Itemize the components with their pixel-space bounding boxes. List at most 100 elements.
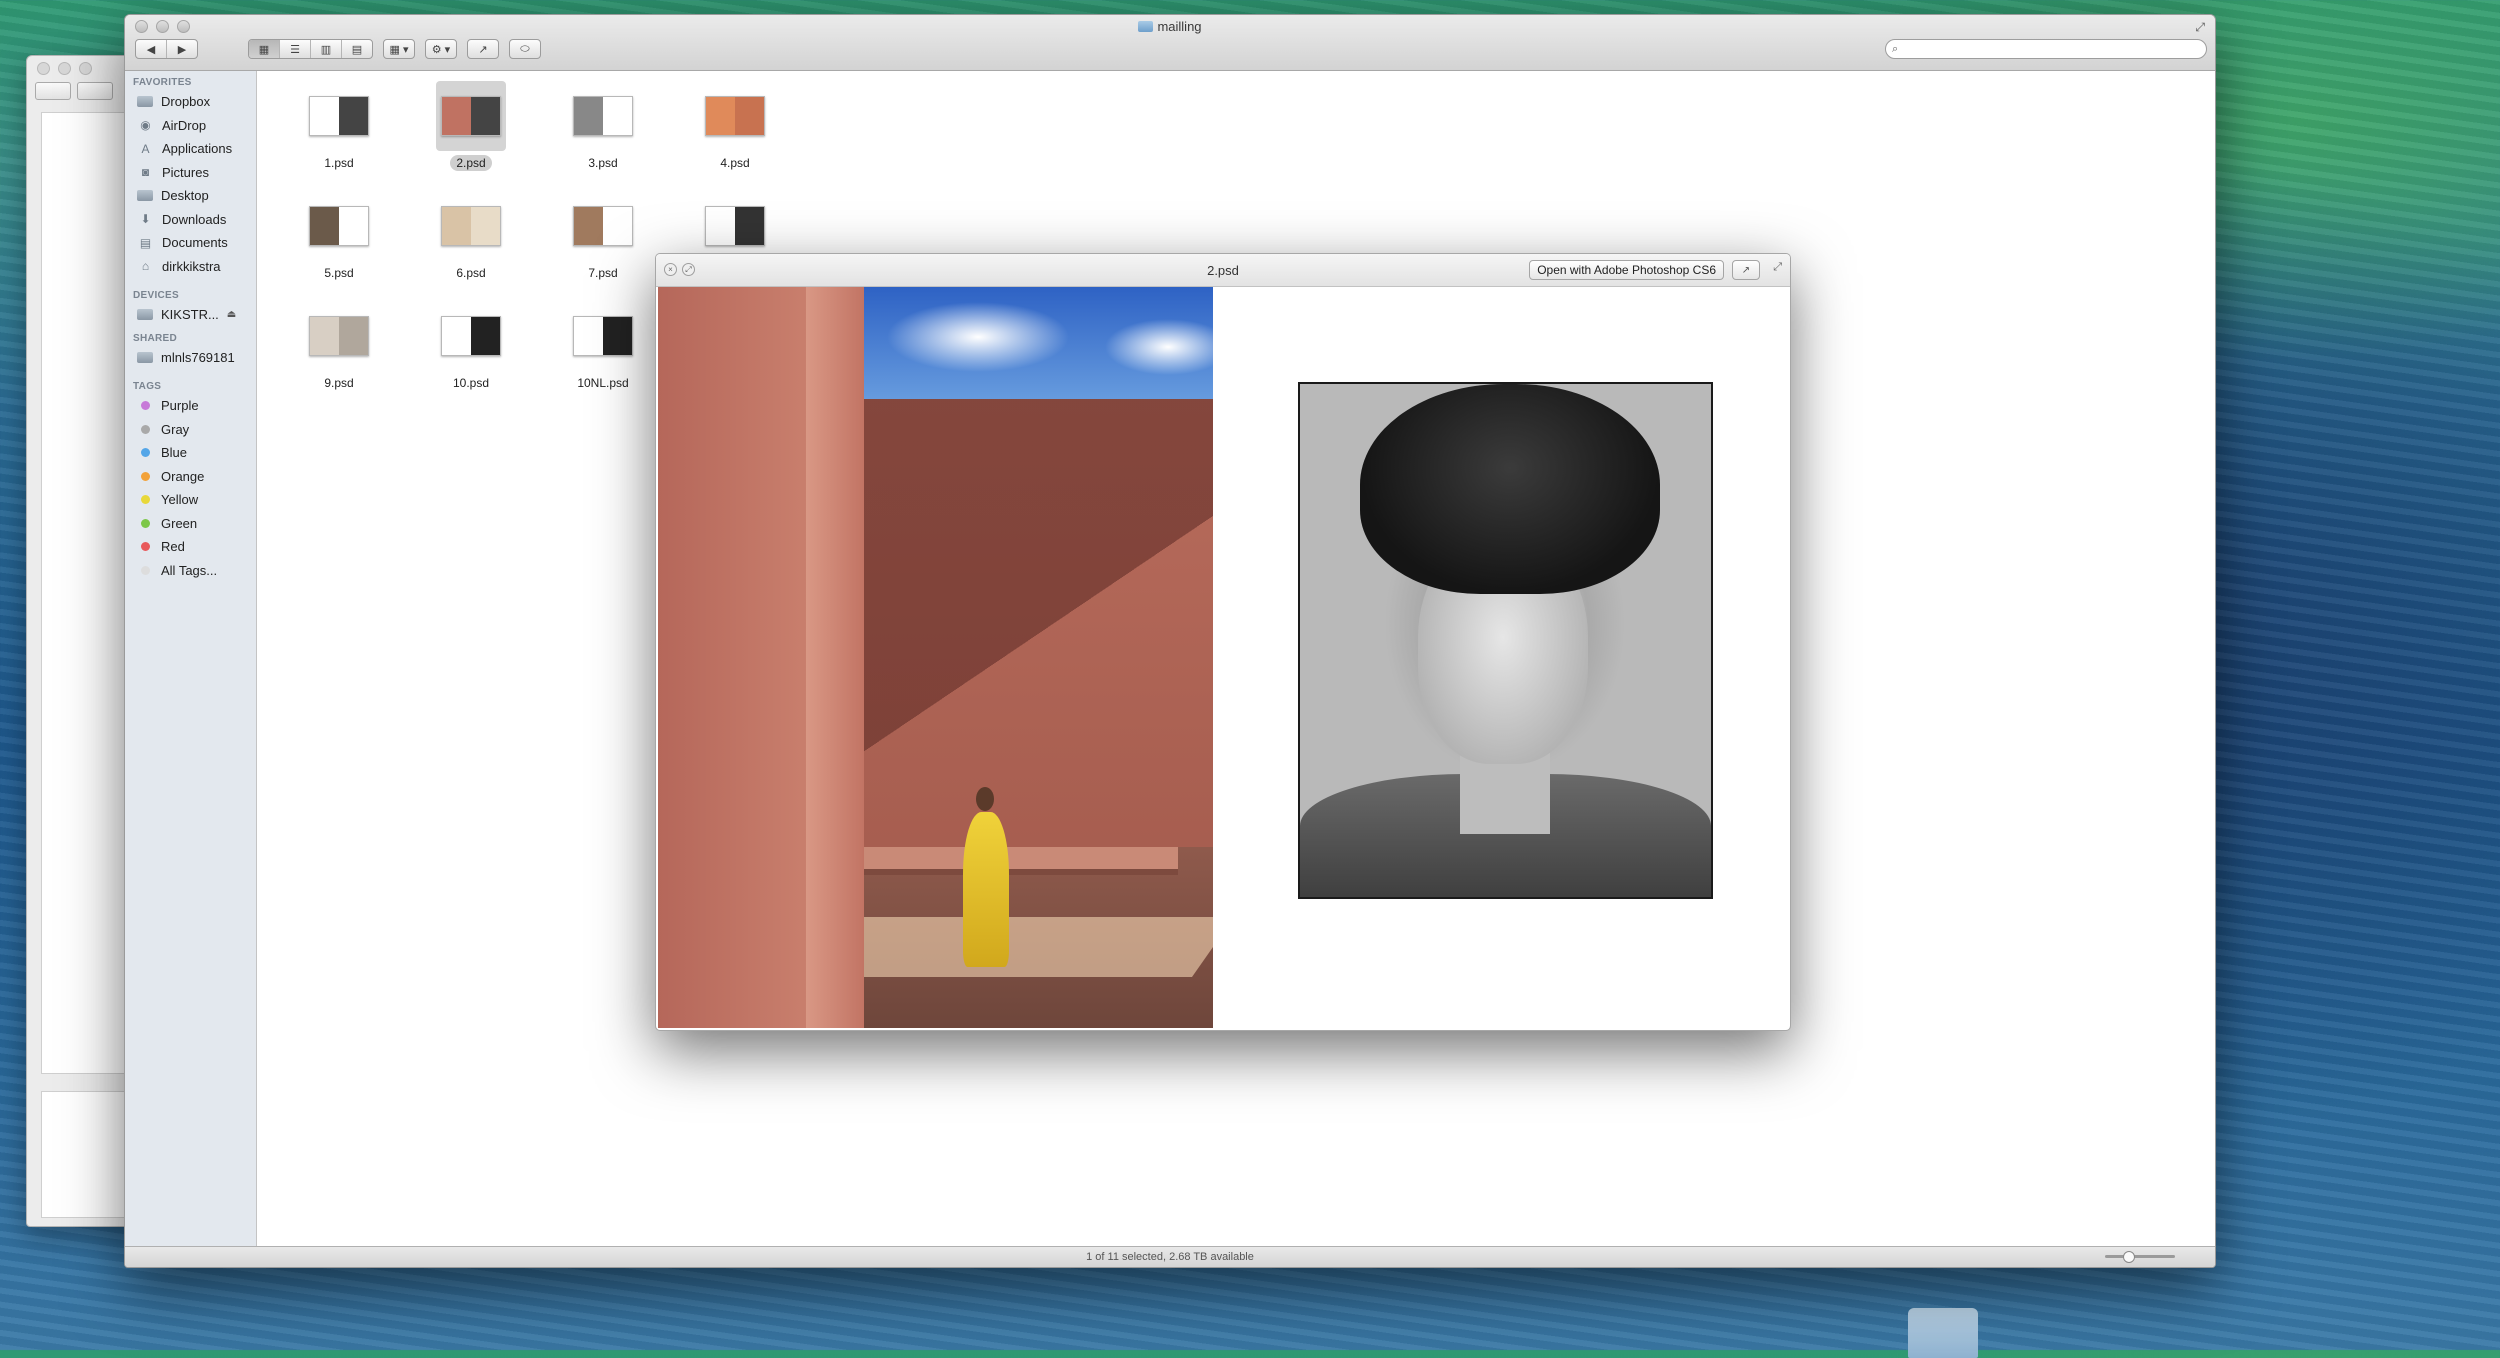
tags-group: ⬭	[509, 39, 541, 59]
tag-dot-icon	[141, 495, 150, 505]
sidebar-item-pictures[interactable]: ◙ Pictures	[125, 161, 256, 185]
coverflow-view-button[interactable]: ▤	[342, 40, 372, 58]
back-button[interactable]: ◀	[136, 40, 167, 58]
file-thumbnail[interactable]	[304, 81, 374, 151]
psd-file-icon	[441, 96, 501, 136]
share-group: ↗	[467, 39, 499, 59]
gear-icon[interactable]: ⚙ ▾	[426, 40, 456, 58]
pictures-icon: ◙	[141, 165, 150, 180]
file-item[interactable]: 9.psd	[279, 301, 399, 392]
quicklook-titlebar: × ⤢ 2.psd Open with Adobe Photoshop CS6 …	[656, 254, 1790, 287]
tag-dot-icon	[141, 401, 150, 411]
sidebar-tag-blue[interactable]: Blue	[125, 441, 256, 465]
preview-photo-portrait	[1298, 382, 1713, 899]
share-icon[interactable]: ↗	[1732, 260, 1760, 280]
sidebar-tag-green[interactable]: Green	[125, 512, 256, 536]
psd-file-icon	[573, 206, 633, 246]
file-item[interactable]: 7.psd	[543, 191, 663, 282]
sidebar-item-documents[interactable]: ▤ Documents	[125, 231, 256, 255]
bg-window-controls[interactable]	[37, 62, 92, 75]
sidebar-tag-red[interactable]: Red	[125, 535, 256, 559]
list-view-button[interactable]: ☰	[280, 40, 311, 58]
file-name: 6.psd	[456, 266, 486, 280]
folder-icon	[137, 96, 153, 108]
psd-file-icon	[573, 316, 633, 356]
file-thumbnail[interactable]	[568, 81, 638, 151]
slider-knob[interactable]	[2123, 1251, 2135, 1263]
file-thumbnail[interactable]	[304, 191, 374, 261]
sidebar-item-applications[interactable]: A Applications	[125, 137, 256, 161]
psd-file-icon	[309, 96, 369, 136]
finder-toolbar: ◀ ▶ ▦ ☰ ▥ ▤ ▦ ▾ ⚙ ▾ ↗ ⬭	[135, 39, 541, 59]
file-item[interactable]: 1.psd	[279, 81, 399, 172]
file-item[interactable]: 10.psd	[411, 301, 531, 392]
file-thumbnail[interactable]	[436, 301, 506, 371]
icon-size-slider[interactable]	[2105, 1251, 2175, 1263]
tag-dot-icon	[141, 424, 150, 434]
sidebar-item-home[interactable]: ⌂ dirkkikstra	[125, 255, 256, 279]
status-text: 1 of 11 selected, 2.68 TB available	[1086, 1251, 1254, 1263]
file-thumbnail[interactable]	[436, 191, 506, 261]
sidebar-item-kikstr[interactable]: KIKSTR... ⏏	[125, 303, 256, 327]
column-view-button[interactable]: ▥	[311, 40, 342, 58]
file-item[interactable]: 5.psd	[279, 191, 399, 282]
sidebar-item-server[interactable]: mlnls769181	[125, 346, 256, 370]
open-with-button[interactable]: Open with Adobe Photoshop CS6	[1529, 260, 1724, 280]
psd-file-icon	[705, 96, 765, 136]
file-name: 10NL.psd	[577, 376, 629, 390]
icon-view-button[interactable]: ▦	[249, 40, 280, 58]
search-input[interactable]	[1902, 42, 2187, 56]
sidebar-tag-yellow[interactable]: Yellow	[125, 488, 256, 512]
sidebar-item-desktop[interactable]: Desktop	[125, 184, 256, 208]
file-item[interactable]: 2.psd	[411, 81, 531, 172]
forward-button[interactable]: ▶	[167, 40, 197, 58]
sidebar-tag-orange[interactable]: Orange	[125, 465, 256, 489]
sidebar-item-downloads[interactable]: ⬇ Downloads	[125, 208, 256, 232]
sidebar-tag-gray[interactable]: Gray	[125, 418, 256, 442]
file-item[interactable]: 6.psd	[411, 191, 531, 282]
window-title: mailling	[125, 19, 2215, 34]
file-name: 5.psd	[324, 266, 354, 280]
file-thumbnail[interactable]	[436, 81, 506, 151]
file-item[interactable]: 10NL.psd	[543, 301, 663, 392]
favorites-header: FAVORITES	[133, 77, 192, 88]
sidebar-tag-alltags[interactable]: All Tags...	[125, 559, 256, 583]
expand-icon[interactable]: ⤢	[1773, 261, 1782, 274]
psd-file-icon	[441, 316, 501, 356]
tag-dot-icon	[141, 471, 150, 481]
bg-window-toolbar[interactable]	[35, 82, 113, 100]
sidebar-tag-purple[interactable]: Purple	[125, 394, 256, 418]
arrange-button[interactable]: ▦ ▾	[384, 40, 414, 58]
devices-header: DEVICES	[133, 290, 180, 301]
quicklook-window[interactable]: × ⤢ 2.psd Open with Adobe Photoshop CS6 …	[655, 253, 1791, 1031]
file-thumbnail[interactable]	[568, 301, 638, 371]
view-mode-group: ▦ ☰ ▥ ▤	[248, 39, 373, 59]
tag-icon[interactable]: ⬭	[510, 40, 540, 58]
search-field[interactable]: ⌕	[1885, 39, 2207, 59]
tag-dot-icon	[141, 518, 150, 528]
file-name: 10.psd	[452, 376, 490, 390]
file-name: 1.psd	[324, 156, 354, 170]
share-icon[interactable]: ↗	[468, 40, 498, 58]
applications-icon: A	[141, 141, 150, 156]
airdrop-icon: ◉	[140, 118, 151, 133]
file-thumbnail[interactable]	[568, 191, 638, 261]
background-window[interactable]	[26, 55, 139, 1227]
sidebar-item-airdrop[interactable]: ◉ AirDrop	[125, 114, 256, 138]
sidebar-item-dropbox[interactable]: Dropbox	[125, 90, 256, 114]
psd-file-icon	[309, 206, 369, 246]
file-thumbnail[interactable]	[304, 301, 374, 371]
status-bar: 1 of 11 selected, 2.68 TB available	[125, 1246, 2215, 1267]
file-item[interactable]: 3.psd	[543, 81, 663, 172]
file-name: 3.psd	[588, 156, 618, 170]
file-name: 7.psd	[588, 266, 618, 280]
file-thumbnail[interactable]	[700, 191, 770, 261]
tag-list: Purple Gray Blue Orange Yellow Green Red All Ta…	[125, 394, 256, 582]
server-icon	[137, 351, 153, 363]
file-thumbnail[interactable]	[700, 81, 770, 151]
file-item[interactable]: 4.psd	[675, 81, 795, 172]
desktop-folder-icon[interactable]	[1908, 1308, 1978, 1358]
fullscreen-icon[interactable]: ⤢	[2195, 20, 2205, 35]
eject-icon[interactable]: ⏏	[227, 309, 236, 320]
file-name: 9.psd	[324, 376, 354, 390]
